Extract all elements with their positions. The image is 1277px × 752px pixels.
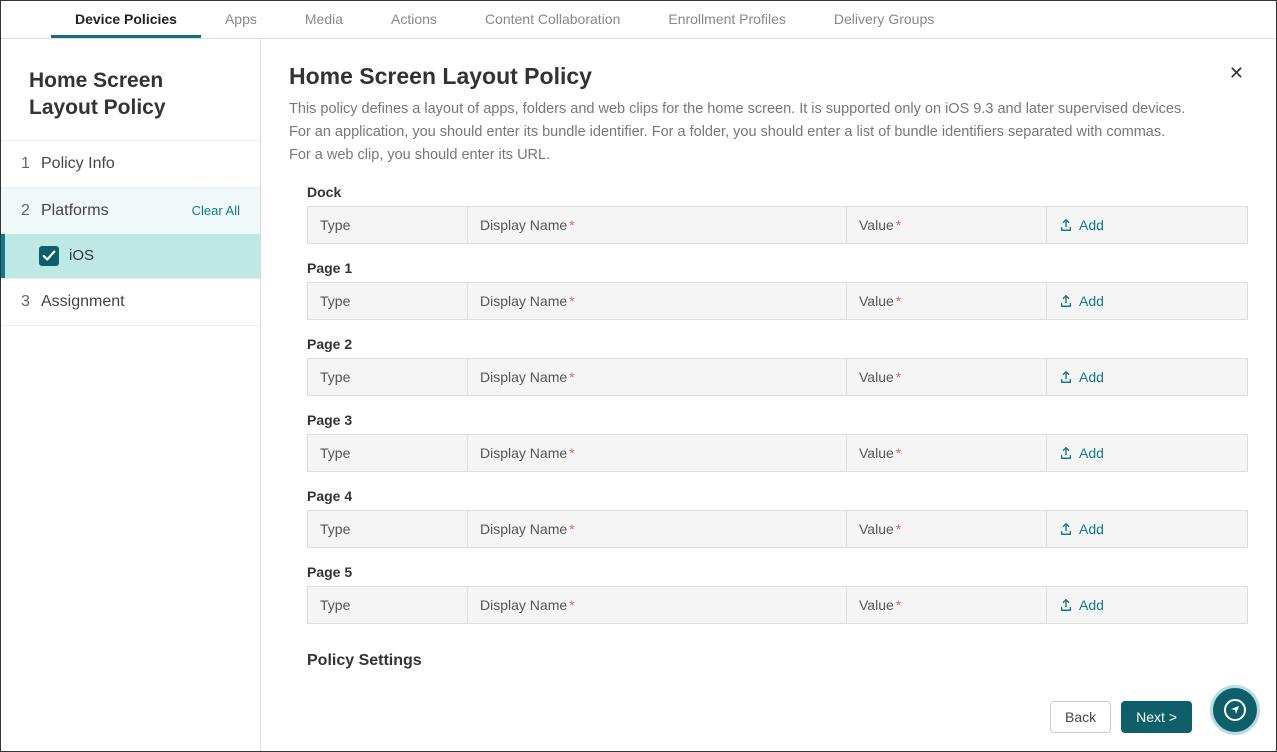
col-value-header: Value* [847,283,1047,319]
desc-line: For a web clip, you should enter its URL… [289,144,1248,167]
navigate-fab[interactable] [1210,685,1260,735]
layout-table: TypeDisplay Name*Value* Add [307,586,1248,624]
step-platforms[interactable]: 2 Platforms Clear All [1,187,260,234]
tab-enrollment-profiles[interactable]: Enrollment Profiles [644,1,810,38]
desc-line: For an application, you should enter its… [289,121,1248,144]
layout-table: TypeDisplay Name*Value* Add [307,358,1248,396]
close-icon[interactable]: ✕ [1225,63,1248,84]
checkbox-checked-icon[interactable] [39,246,59,266]
layout-table: TypeDisplay Name*Value* Add [307,510,1248,548]
col-value-header: Value* [847,359,1047,395]
step-number: 3 [21,293,41,311]
layout-table: TypeDisplay Name*Value* Add [307,282,1248,320]
section-label: Page 4 [289,488,1248,504]
col-add: Add [1047,207,1247,243]
tab-device-policies[interactable]: Device Policies [51,1,201,38]
policy-settings-heading: Policy Settings [289,652,1248,670]
add-button[interactable]: Add [1059,521,1104,537]
col-type-header: Type [308,207,468,243]
col-add: Add [1047,359,1247,395]
tab-actions[interactable]: Actions [367,1,461,38]
col-name-header: Display Name* [468,435,847,471]
tab-content-collaboration[interactable]: Content Collaboration [461,1,644,38]
platform-ios[interactable]: iOS [1,234,260,278]
col-name-header: Display Name* [468,283,847,319]
policy-description: This policy defines a layout of apps, fo… [289,98,1248,168]
section-label: Page 2 [289,336,1248,352]
section-label: Page 1 [289,260,1248,276]
col-value-header: Value* [847,207,1047,243]
step-number: 2 [21,202,41,220]
next-button[interactable]: Next > [1121,701,1192,733]
add-button[interactable]: Add [1059,597,1104,613]
tab-delivery-groups[interactable]: Delivery Groups [810,1,958,38]
col-add: Add [1047,283,1247,319]
col-value-header: Value* [847,435,1047,471]
tab-apps[interactable]: Apps [201,1,281,38]
step-label: Assignment [41,293,125,311]
step-policy-info[interactable]: 1 Policy Info [1,140,260,187]
col-type-header: Type [308,359,468,395]
platform-label: iOS [69,247,94,264]
col-name-header: Display Name* [468,587,847,623]
col-type-header: Type [308,511,468,547]
add-button[interactable]: Add [1059,293,1104,309]
col-value-header: Value* [847,587,1047,623]
back-button[interactable]: Back [1050,701,1111,733]
col-name-header: Display Name* [468,359,847,395]
page-title: Home Screen Layout Policy [289,63,592,90]
col-name-header: Display Name* [468,511,847,547]
step-assignment[interactable]: 3 Assignment [1,278,260,326]
section-label: Page 3 [289,412,1248,428]
col-add: Add [1047,587,1247,623]
step-label: Policy Info [41,155,115,173]
desc-line: This policy defines a layout of apps, fo… [289,98,1248,121]
clear-all-link[interactable]: Clear All [192,203,240,218]
col-add: Add [1047,435,1247,471]
col-type-header: Type [308,435,468,471]
step-number: 1 [21,155,41,173]
layout-table: TypeDisplay Name*Value* Add [307,206,1248,244]
add-button[interactable]: Add [1059,217,1104,233]
sidebar: Home Screen Layout Policy 1 Policy Info … [1,39,261,751]
col-name-header: Display Name* [468,207,847,243]
col-type-header: Type [308,587,468,623]
layout-table: TypeDisplay Name*Value* Add [307,434,1248,472]
add-button[interactable]: Add [1059,445,1104,461]
top-nav: Device Policies Apps Media Actions Conte… [1,1,1276,39]
main-content: Home Screen Layout Policy ✕ This policy … [261,39,1276,751]
step-label: Platforms [41,202,109,220]
sidebar-title: Home Screen Layout Policy [1,57,260,140]
col-type-header: Type [308,283,468,319]
section-label: Dock [289,184,1248,200]
tab-media[interactable]: Media [281,1,367,38]
col-value-header: Value* [847,511,1047,547]
section-label: Page 5 [289,564,1248,580]
col-add: Add [1047,511,1247,547]
add-button[interactable]: Add [1059,369,1104,385]
